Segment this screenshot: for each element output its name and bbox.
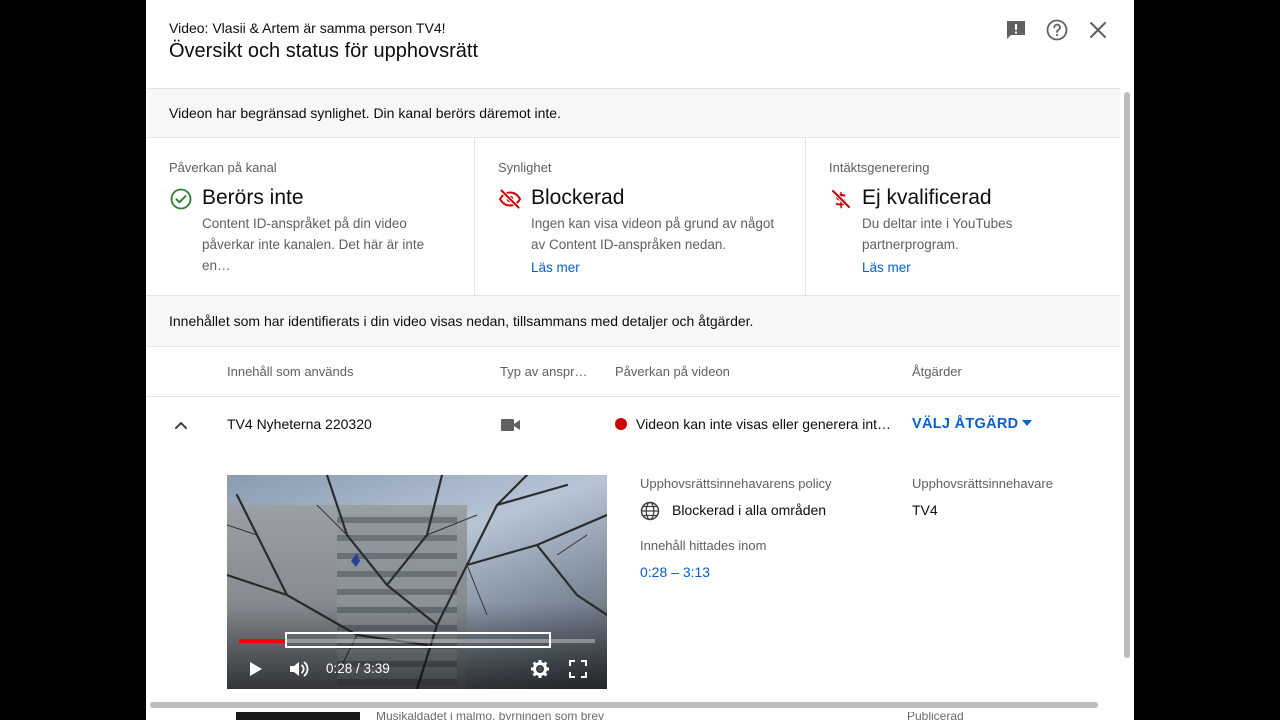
volume-button[interactable] <box>288 658 310 680</box>
banner-text: Videon har begränsad synlighet. Din kana… <box>169 105 561 121</box>
close-icon <box>1090 22 1106 38</box>
collapse-row-button[interactable] <box>170 414 192 436</box>
status-dot <box>615 418 627 430</box>
horizontal-scrollbar[interactable] <box>150 702 1098 708</box>
card-channel-impact: Påverkan på kanal Berörs inte Content ID… <box>146 138 474 295</box>
owner-label: Upphovsrättsinnehavare <box>912 476 1053 491</box>
learn-more-link[interactable]: Läs mer <box>531 260 580 275</box>
column-header-impact: Påverkan på videon <box>615 364 730 379</box>
check-circle-icon <box>170 188 192 210</box>
dollar-off-icon: $ <box>831 190 851 211</box>
card-headline: Ej kvalificerad <box>862 186 992 209</box>
status-cards: Påverkan på kanal Berörs inte Content ID… <box>146 138 1120 296</box>
column-header-content: Innehåll som används <box>227 364 354 379</box>
card-description: Content ID-anspråket på din video påverk… <box>202 216 425 273</box>
card-label: Påverkan på kanal <box>169 160 277 175</box>
video-time: 0:28 / 3:39 <box>326 661 390 676</box>
learn-more-link[interactable]: Läs mer <box>862 260 911 275</box>
feedback-icon <box>1007 21 1025 39</box>
eye-off-icon <box>498 189 522 209</box>
close-button[interactable] <box>1084 16 1112 44</box>
table-divider <box>146 396 1120 397</box>
video-player[interactable]: 0:28 / 3:39 <box>227 475 607 689</box>
fullscreen-button[interactable] <box>567 658 589 680</box>
column-header-actions: Åtgärder <box>912 364 962 379</box>
play-button[interactable] <box>245 658 267 680</box>
policy-value: Blockerad i alla områden <box>672 502 827 518</box>
video-title: Video: Vlasii & Artem är samma person TV… <box>169 20 446 36</box>
card-label: Intäktsgenerering <box>829 160 930 175</box>
column-header-claim-type: Typ av anspr… <box>500 364 588 379</box>
progress-played <box>239 639 285 643</box>
gear-icon <box>531 660 549 678</box>
card-monetization: Intäktsgenerering $ Ej kvalificerad Du d… <box>805 138 1120 295</box>
visibility-banner: Videon har begränsad synlighet. Din kana… <box>146 88 1120 138</box>
feedback-button[interactable] <box>1002 16 1030 44</box>
card-headline: Berörs inte <box>202 186 304 209</box>
card-visibility: Synlighet Blockerad Ingen kan visa video… <box>474 138 805 295</box>
card-description: Du deltar inte i YouTubes partnerprogram… <box>862 216 1013 252</box>
volume-icon <box>290 661 309 677</box>
globe-icon <box>640 501 660 521</box>
chevron-up-icon <box>175 421 187 429</box>
help-icon <box>1046 19 1068 41</box>
match-range-highlight <box>284 632 552 648</box>
impact-text: Videon kan inte visas eller generera int… <box>636 416 892 432</box>
found-range-link[interactable]: 0:28 – 3:13 <box>640 564 710 580</box>
card-description: Ingen kan visa videon på grund av något … <box>531 216 775 252</box>
info-text: Innehållet som har identifierats i din v… <box>169 313 754 329</box>
owner-value: TV4 <box>912 502 938 518</box>
background-thumbnail <box>236 712 360 720</box>
card-label: Synlighet <box>498 160 552 175</box>
vertical-scrollbar[interactable] <box>1124 92 1130 658</box>
videocam-icon <box>501 419 520 431</box>
identified-content-info: Innehållet som har identifierats i din v… <box>146 296 1120 347</box>
dropdown-caret-icon[interactable] <box>1022 420 1032 426</box>
found-label: Innehåll hittades inom <box>640 538 767 553</box>
dialog-title: Översikt och status för upphovsrätt <box>169 40 479 62</box>
fullscreen-icon <box>569 660 587 678</box>
card-headline: Blockerad <box>531 186 625 209</box>
policy-label: Upphovsrättsinnehavarens policy <box>640 476 832 491</box>
dialog-header: Video: Vlasii & Artem är samma person TV… <box>146 0 1134 88</box>
claimed-content-title: TV4 Nyheterna 220320 <box>227 416 372 432</box>
select-action-button[interactable]: VÄLJ ÅTGÄRD <box>912 416 1018 432</box>
help-button[interactable] <box>1043 16 1071 44</box>
play-icon <box>250 662 262 676</box>
settings-button[interactable] <box>529 658 551 680</box>
copyright-dialog: Video: Vlasii & Artem är samma person TV… <box>146 0 1134 712</box>
